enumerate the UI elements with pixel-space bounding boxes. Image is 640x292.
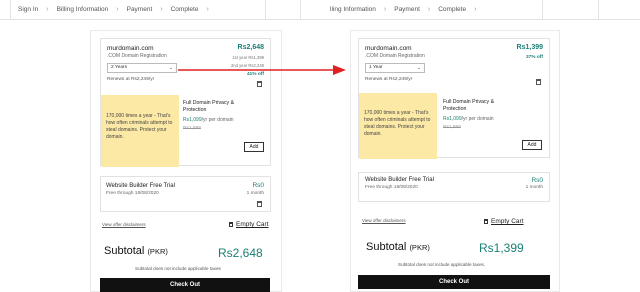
chevron-right-icon: ›	[116, 6, 119, 13]
add-privacy-button[interactable]: Add	[522, 140, 542, 150]
website-builder-name: Website Builder Free Trial	[106, 183, 175, 189]
privacy-pitch-text: 170,000 times a year - That's how often …	[364, 110, 431, 137]
discount-badge: 37% off	[525, 55, 543, 60]
subtotal-value: Rs1,399	[479, 241, 524, 255]
checkout-steps: Sign In › Billing Information › Payment › C…	[0, 0, 320, 20]
subtotal-label: Subtotal (PKR)	[104, 245, 168, 257]
subtotal-text: Subtotal	[366, 241, 407, 253]
renewal-note: Renews at Rs2,249/yr	[107, 77, 155, 82]
taxes-note: Subtotal does not include applicable tax…	[398, 262, 486, 267]
trash-icon[interactable]	[257, 81, 262, 87]
term-select[interactable]: 2 Years ⌄	[107, 63, 177, 73]
chevron-right-icon: ›	[160, 6, 163, 13]
chevron-right-icon: ›	[383, 6, 387, 13]
website-builder-period: 1 month	[525, 185, 543, 190]
term-select[interactable]: 1 Year ⌄	[365, 63, 425, 73]
step-label: Payment	[126, 6, 153, 13]
website-builder-subtitle: Free through 18/08/2020	[365, 185, 418, 190]
privacy-price-value: Rs1,099	[443, 116, 462, 122]
chevron-right-icon: ›	[474, 6, 477, 13]
term-value: 2 Years	[111, 65, 128, 70]
privacy-price-per: /yr per domain	[201, 117, 234, 123]
annotation-arrow-icon	[178, 65, 346, 75]
website-builder-price: Rs0	[252, 182, 264, 189]
step-label: Billing Information	[56, 6, 109, 13]
website-builder-period: 1 month	[246, 191, 264, 196]
checkout-steps: lling Information › Payment › Complete ›	[320, 0, 640, 20]
step-complete[interactable]: Complete ›	[438, 6, 484, 13]
divider	[542, 0, 543, 20]
trash-icon	[484, 219, 488, 224]
trash-icon	[229, 222, 233, 227]
domain-price: Rs1,399	[516, 44, 543, 51]
subtotal-value: Rs2,648	[218, 246, 263, 260]
divider	[265, 0, 266, 20]
subtotal-currency: (PKR)	[409, 243, 430, 252]
step-label: lling Information	[330, 6, 376, 13]
left-cart-panel: Sign In › Billing Information › Payment › C…	[0, 0, 320, 292]
privacy-original-price: Rs1,899	[183, 126, 201, 131]
privacy-title: Full Domain Privacy & Protection	[443, 99, 495, 112]
chevron-right-icon: ›	[427, 6, 431, 13]
step-label: Sign In	[18, 6, 39, 13]
empty-cart-label: Empty Cart	[236, 221, 269, 228]
website-builder-card: Website Builder Free Trial Free through …	[100, 176, 271, 212]
right-cart-panel: lling Information › Payment › Complete › mu…	[320, 0, 640, 292]
step-payment[interactable]: Payment ›	[394, 6, 438, 13]
step-billing[interactable]: Billing Information ›	[57, 6, 127, 13]
step-label: Complete	[170, 6, 199, 13]
subtotal-currency: (PKR)	[147, 247, 168, 256]
trash-icon[interactable]	[257, 201, 262, 207]
empty-cart-button[interactable]: Empty Cart	[229, 221, 269, 228]
domain-name: murdomain.com	[365, 45, 412, 52]
term-value: 1 Year	[369, 65, 383, 70]
empty-cart-button[interactable]: Empty Cart	[484, 218, 524, 225]
divider	[598, 0, 599, 20]
checkout-button[interactable]: Check Out	[100, 278, 270, 292]
privacy-pitch-text: 170,000 times a year - That's how often …	[106, 113, 173, 140]
offer-disclaimers-link[interactable]: View offer disclaimers	[362, 218, 406, 223]
website-builder-subtitle: Free through 18/08/2020	[106, 191, 159, 196]
taxes-note: Subtotal does not include applicable tax…	[135, 266, 221, 271]
step-complete[interactable]: Complete ›	[171, 6, 217, 13]
subtotal-label: Subtotal (PKR)	[366, 241, 430, 253]
add-privacy-button[interactable]: Add	[244, 142, 264, 152]
step-payment[interactable]: Payment ›	[127, 6, 171, 13]
offer-disclaimers-link[interactable]: View offer disclaimers	[102, 222, 146, 227]
domain-subtitle: .COM Domain Registration	[365, 53, 425, 59]
privacy-pitch-box: 170,000 times a year - That's how often …	[359, 93, 437, 159]
privacy-original-price: Rs1,899	[443, 125, 461, 130]
domain-card: murdomain.com .COM Domain Registration R…	[358, 38, 550, 159]
website-builder-price: Rs0	[531, 177, 543, 184]
empty-cart-label: Empty Cart	[491, 218, 524, 225]
website-builder-name: Website Builder Free Trial	[365, 177, 434, 183]
divider	[300, 0, 301, 20]
domain-subtitle: .COM Domain Registration	[107, 53, 167, 59]
step-label: Payment	[394, 6, 420, 13]
privacy-price: Rs1,099/yr per domain	[443, 116, 494, 122]
chevron-down-icon: ⌄	[416, 65, 421, 71]
domain-price: Rs2,648	[237, 44, 264, 51]
chevron-down-icon: ⌄	[168, 65, 173, 71]
domain-name: murdomain.com	[107, 45, 154, 52]
privacy-pitch-box: 170,000 times a year - That's how often …	[101, 95, 179, 167]
step-sign-in[interactable]: Sign In ›	[18, 6, 57, 13]
renewal-note: Renews at Rs2,249/yr	[365, 77, 413, 82]
divider	[10, 0, 11, 20]
chevron-right-icon: ›	[206, 6, 209, 13]
domain-card: murdomain.com .COM Domain Registration R…	[100, 38, 271, 167]
chevron-right-icon: ›	[46, 6, 49, 13]
checkout-button[interactable]: Check Out	[358, 275, 550, 289]
website-builder-card: Website Builder Free Trial Free through …	[358, 172, 550, 202]
subtotal-text: Subtotal	[104, 245, 145, 257]
step-label: Complete	[438, 6, 467, 13]
trash-icon[interactable]	[536, 79, 541, 85]
privacy-price-value: Rs1,099	[183, 117, 202, 123]
privacy-price: Rs1,099/yr per domain	[183, 117, 234, 123]
privacy-title: Full Domain Privacy & Protection	[183, 100, 235, 113]
privacy-price-per: /yr per domain	[461, 116, 494, 122]
step-billing[interactable]: lling Information ›	[330, 6, 394, 13]
